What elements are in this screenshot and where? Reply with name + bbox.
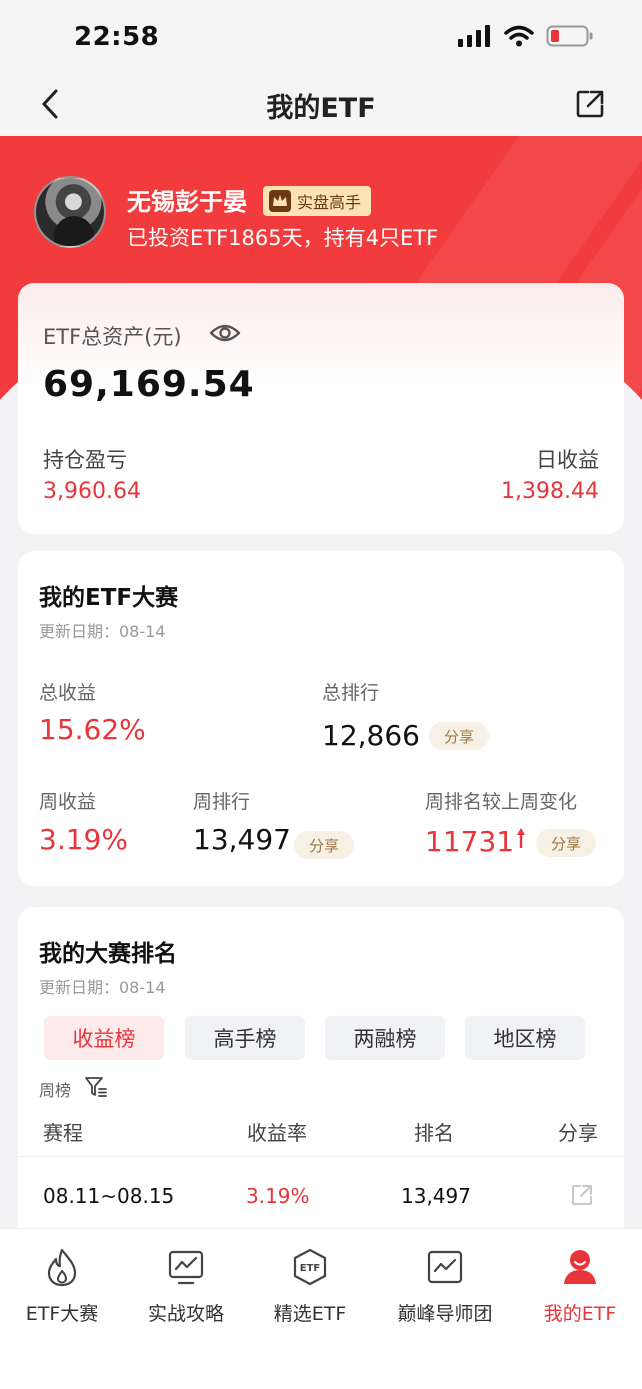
navbar: 我的ETF <box>0 72 642 136</box>
weekly-return-value: 3.19% <box>39 823 128 856</box>
holding-pnl-value: 3,960.64 <box>43 479 141 504</box>
tabbar-item-selected-etf[interactable]: ETF 精选ETF <box>246 1247 374 1337</box>
asset-label: ETF总资产(元) <box>43 325 182 349</box>
tab-expert-board[interactable]: 高手榜 <box>185 1016 305 1060</box>
column-header-period: 赛程 <box>43 1121 83 1145</box>
user-subtitle: 已投资ETF1865天，持有4只ETF <box>127 226 439 250</box>
contest-card: 我的ETF大赛 更新日期：08-14 总收益 15.62% 总排行 12,866… <box>18 551 624 886</box>
contest-update-date: 更新日期：08-14 <box>39 622 166 641</box>
tabbar-item-mentors[interactable]: 巅峰导师团 <box>381 1247 509 1337</box>
chart-monitor-icon <box>168 1250 204 1285</box>
holding-pnl-label: 持仓盈亏 <box>43 448 127 472</box>
user-name: 无锡彭于晏 <box>127 188 247 216</box>
badge-text: 实盘高手 <box>297 193 362 212</box>
share-icon[interactable] <box>574 88 606 120</box>
arrow-up-icon <box>517 828 525 848</box>
wifi-icon <box>504 25 534 47</box>
ranking-update-date: 更新日期：08-14 <box>39 978 166 997</box>
crown-icon <box>269 190 291 212</box>
external-share-icon[interactable] <box>570 1183 594 1207</box>
page-title: 我的ETF <box>266 93 376 124</box>
flame-icon <box>47 1248 77 1287</box>
rank-change-label: 周排名较上周变化 <box>425 791 578 813</box>
share-button[interactable]: 分享 <box>429 722 489 750</box>
daily-return-label: 日收益 <box>536 448 599 472</box>
daily-return-value: 1,398.44 <box>501 479 599 504</box>
tabbar-label: 精选ETF <box>273 1303 347 1325</box>
tabbar-label: ETF大赛 <box>25 1303 99 1325</box>
row-rank: 13,497 <box>401 1184 471 1208</box>
weekly-board-label: 周榜 <box>39 1081 72 1100</box>
ranking-title: 我的大赛排名 <box>39 941 177 967</box>
row-divider <box>18 1156 624 1157</box>
ranking-card: 我的大赛排名 更新日期：08-14 收益榜 高手榜 两融榜 地区榜 周榜 赛程 … <box>18 907 624 1247</box>
status-time: 22:58 <box>74 22 160 52</box>
level-badge: 实盘高手 <box>263 186 372 216</box>
total-assets: 69,169.54 <box>43 364 255 405</box>
svg-text:ETF: ETF <box>300 1263 320 1274</box>
row-rate: 3.19% <box>246 1184 310 1208</box>
column-header-rate: 收益率 <box>247 1121 307 1145</box>
tabbar-label: 我的ETF <box>543 1303 617 1325</box>
battery-icon <box>546 25 593 47</box>
user-icon <box>564 1250 596 1284</box>
contest-title: 我的ETF大赛 <box>39 585 179 611</box>
tabbar-label: 巅峰导师团 <box>397 1303 493 1325</box>
tabbar-label: 实战攻略 <box>147 1303 224 1325</box>
tab-return-board[interactable]: 收益榜 <box>44 1016 164 1060</box>
share-button[interactable]: 分享 <box>536 829 596 857</box>
total-return-value: 15.62% <box>39 713 146 746</box>
bottom-tab-bar: ETF大赛 实战攻略 ETF 精选ETF 巅峰导师团 我的ETF <box>0 1228 642 1389</box>
signal-icon <box>458 25 490 47</box>
total-rank-value: 12,866 <box>322 719 420 752</box>
tabbar-item-strategy[interactable]: 实战攻略 <box>122 1247 250 1337</box>
tabbar-item-my-etf[interactable]: 我的ETF <box>516 1247 642 1337</box>
avatar[interactable] <box>34 176 106 248</box>
total-return-label: 总收益 <box>39 682 97 704</box>
status-icons <box>458 24 594 48</box>
column-header-rank: 排名 <box>414 1121 454 1145</box>
asset-card: ETF总资产(元) 69,169.54 持仓盈亏 3,960.64 日收益 1,… <box>18 283 624 534</box>
total-rank-label: 总排行 <box>322 682 380 704</box>
weekly-rank-value: 13,497 <box>193 823 291 856</box>
etf-badge-icon: ETF <box>293 1248 327 1286</box>
column-header-share: 分享 <box>558 1121 598 1145</box>
row-period: 08.11~08.15 <box>43 1184 175 1208</box>
rank-change-value: 11731 <box>425 825 515 858</box>
pulse-board-icon <box>427 1250 463 1284</box>
eye-icon[interactable] <box>209 321 241 345</box>
weekly-rank-label: 周排行 <box>193 791 251 813</box>
tabbar-item-etf-contest[interactable]: ETF大赛 <box>0 1247 126 1337</box>
filter-icon[interactable] <box>84 1075 108 1099</box>
tab-region-board[interactable]: 地区榜 <box>465 1016 585 1060</box>
tab-margin-board[interactable]: 两融榜 <box>325 1016 445 1060</box>
share-button[interactable]: 分享 <box>294 831 354 859</box>
weekly-return-label: 周收益 <box>39 791 97 813</box>
status-bar: 22:58 <box>0 0 642 72</box>
